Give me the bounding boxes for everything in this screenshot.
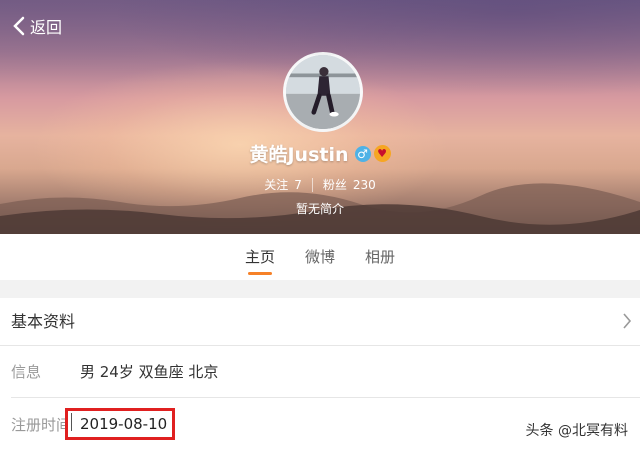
divider (11, 397, 640, 398)
followers-label: 粉丝 (322, 178, 347, 192)
divider (0, 345, 640, 346)
info-label: 信息 (11, 363, 42, 381)
tab-weibo[interactable]: 微博 (305, 234, 335, 280)
avatar[interactable] (283, 52, 363, 132)
registration-date-highlighted: 2019-08-10 (65, 408, 175, 440)
stats-divider (311, 177, 313, 192)
vip-badge-icon: ♥ (373, 145, 391, 162)
tab-home[interactable]: 主页 (245, 234, 275, 280)
watermark: 头条 @北冥有料 (525, 423, 628, 439)
registration-label: 注册时间 (11, 416, 72, 434)
back-button[interactable]: 返回 (12, 14, 62, 38)
profile-bio: 暂无简介 (295, 202, 344, 216)
followers-stat[interactable]: 粉丝 230 (323, 176, 376, 193)
following-count: 7 (294, 178, 302, 192)
followers-count: 230 (352, 178, 376, 192)
male-gender-icon: ♂ (354, 145, 371, 162)
chevron-left-icon (13, 16, 25, 36)
text-cursor (71, 413, 72, 431)
basic-info-title[interactable]: 基本资料 (11, 298, 75, 345)
tab-album[interactable]: 相册 (365, 234, 395, 280)
following-label: 关注 (264, 178, 289, 192)
name-row: 黄皓Justin ♂ ♥ (0, 140, 640, 167)
stats-row: 关注 7 粉丝 230 (0, 176, 640, 193)
profile-name: 黄皓Justin (249, 144, 349, 166)
following-stat[interactable]: 关注 7 (264, 176, 302, 193)
info-value: 男 24岁 双鱼座 北京 (80, 363, 219, 381)
profile-header: 返回 黄皓Justin ♂ ♥ 关注 7 粉丝 230 暂无简介 (0, 0, 640, 234)
profile-tabs: 主页 微博 相册 (0, 234, 640, 280)
chevron-right-icon[interactable] (622, 312, 632, 330)
back-label: 返回 (30, 18, 63, 37)
avatar-photo (286, 55, 360, 129)
